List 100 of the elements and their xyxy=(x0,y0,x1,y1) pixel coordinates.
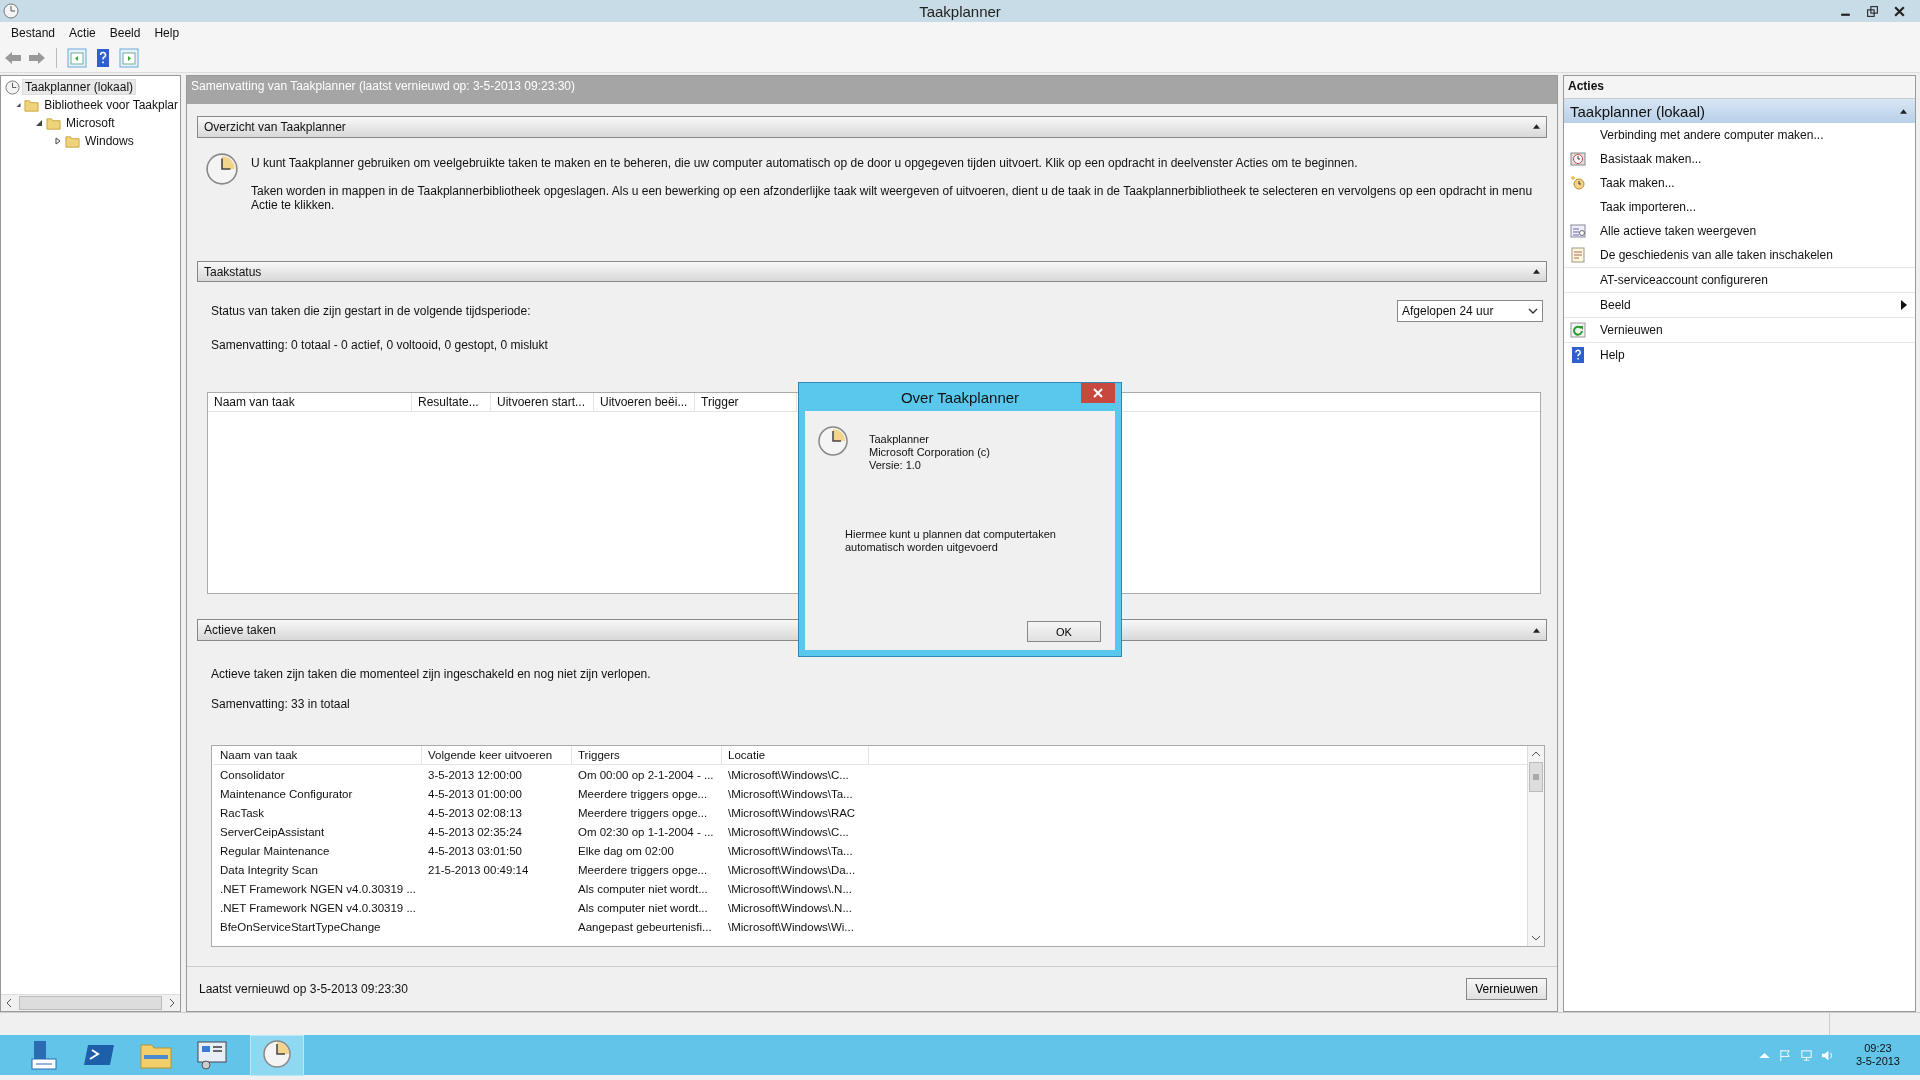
menu-item[interactable]: Actie xyxy=(62,24,103,42)
refresh-icon xyxy=(1570,322,1586,338)
section-title[interactable]: Overzicht van Taakplanner xyxy=(204,119,346,134)
column-header[interactable]: Uitvoeren start... xyxy=(491,393,594,412)
action-item[interactable]: Vernieuwen xyxy=(1600,323,1907,337)
status-summary: Samenvatting: 0 totaal - 0 actief, 0 voltooid, 0 gestopt, 0 mislukt xyxy=(211,338,549,353)
clock-time[interactable]: 09:23 xyxy=(1864,1042,1892,1055)
tree-item[interactable]: Microsoft xyxy=(64,116,117,130)
clock-date[interactable]: 3-5-2013 xyxy=(1855,1055,1900,1068)
tree-item[interactable]: Taakplanner (lokaal) xyxy=(23,80,136,94)
table-cell: Maintenance Configurator xyxy=(220,787,353,800)
column-header[interactable]: Volgende keer uitvoeren xyxy=(422,746,572,764)
forward-arrow-icon[interactable] xyxy=(28,51,46,65)
table-cell: Als computer niet wordt... xyxy=(578,882,708,895)
column-header[interactable]: Uitvoeren beëi... xyxy=(594,393,695,412)
collapse-icon[interactable] xyxy=(1533,124,1540,130)
table-cell: Als computer niet wordt... xyxy=(578,901,708,914)
clock-icon xyxy=(5,79,20,95)
table-cell: \Microsoft\Windows\RAC xyxy=(728,806,856,819)
table-cell: Om 02:30 op 1-1-2004 - ... xyxy=(578,825,714,838)
folder-icon xyxy=(24,97,40,113)
dialog-description: Hiermee kunt u plannen dat computertaken automatisch worden uitgevoerd xyxy=(845,528,1057,554)
back-arrow-icon[interactable] xyxy=(4,51,22,65)
period-label: Status van taken die zijn gestart in de volgende tijdsperiode: xyxy=(211,304,531,319)
summary-header: Samenvatting van Taakplanner (laatst vernieuwd op: 3-5-2013 09:23:30) xyxy=(187,76,1557,104)
actions-title: Acties xyxy=(1564,76,1915,99)
table-cell: ServerCeipAssistant xyxy=(220,825,325,838)
table-cell: \Microsoft\Windows\Ta... xyxy=(728,844,853,857)
about-line: Versie: 1.0 xyxy=(869,459,922,472)
collapsed-arrow-icon[interactable] xyxy=(54,137,62,145)
table-cell: Aangepast gebeurtenisfi... xyxy=(578,920,712,933)
folder-icon xyxy=(65,133,80,149)
column-header[interactable]: Triggers xyxy=(572,746,722,764)
action-item[interactable]: Help xyxy=(1600,348,1907,362)
help-icon xyxy=(1570,347,1586,363)
clock-icon xyxy=(1570,175,1586,191)
action-item[interactable]: Beeld xyxy=(1600,298,1901,312)
table-cell: Regular Maintenance xyxy=(220,844,330,857)
table-cell: 4-5-2013 01:00:00 xyxy=(428,787,522,800)
table-cell: 4-5-2013 02:08:13 xyxy=(428,806,522,819)
ok-button[interactable]: OK xyxy=(1027,621,1101,642)
active-description: Actieve taken zijn taken die momenteel zijn ingeschakeld en nog niet zijn verlopen. xyxy=(211,667,651,681)
horizontal-scrollbar[interactable] xyxy=(1,994,180,1011)
grip-icon[interactable] xyxy=(1532,773,1540,781)
action-item[interactable]: Alle actieve taken weergeven xyxy=(1600,224,1907,238)
table-cell: Meerdere triggers opge... xyxy=(578,787,708,800)
table-cell: Consolidator xyxy=(220,768,285,781)
tree-item[interactable]: Windows xyxy=(83,134,136,148)
table-cell: \Microsoft\Windows\.N... xyxy=(728,882,852,895)
column-header[interactable]: Trigger xyxy=(695,393,797,412)
table-cell: \Microsoft\Windows\.N... xyxy=(728,901,852,914)
period-dropdown[interactable]: Afgelopen 24 uur xyxy=(1397,300,1543,323)
column-header[interactable]: Naam van taak xyxy=(214,746,422,764)
action-item[interactable]: Verbinding met andere computer maken... xyxy=(1600,128,1907,142)
menu-item[interactable]: Help xyxy=(147,24,187,42)
action-item[interactable]: AT-serviceaccount configureren xyxy=(1600,273,1907,287)
expanded-arrow-icon[interactable] xyxy=(16,101,22,109)
table-cell: \Microsoft\Windows\C... xyxy=(728,768,849,781)
action-item[interactable]: Basistaak maken... xyxy=(1600,152,1907,166)
last-refreshed-text: Laatst vernieuwd op 3-5-2013 09:23:30 xyxy=(199,982,408,996)
folder-icon xyxy=(46,115,61,131)
tree-item[interactable]: Bibliotheek voor Taakplar xyxy=(42,98,180,112)
collapse-icon[interactable] xyxy=(1533,269,1540,274)
about-line: Microsoft Corporation (c) xyxy=(869,446,991,459)
column-header[interactable]: Naam van taak xyxy=(208,393,412,412)
table-cell: Data Integrity Scan xyxy=(220,863,318,876)
action-item[interactable]: Taak maken... xyxy=(1600,176,1907,190)
section-title[interactable]: Actieve taken xyxy=(204,623,277,638)
table-cell: \Microsoft\Windows\Da... xyxy=(728,863,856,876)
table-cell: 4-5-2013 03:01:50 xyxy=(428,844,522,857)
collapse-icon[interactable] xyxy=(1533,627,1540,633)
active-summary: Samenvatting: 33 in totaal xyxy=(211,697,350,711)
table-cell: 21-5-2013 00:49:14 xyxy=(428,863,529,876)
refresh-button[interactable]: Vernieuwen xyxy=(1466,978,1547,1000)
section-title[interactable]: Taakstatus xyxy=(204,264,262,279)
vertical-scrollbar[interactable] xyxy=(1527,746,1544,946)
table-cell: BfeOnServiceStartTypeChange xyxy=(220,920,381,933)
clock-icon xyxy=(3,3,19,19)
column-header[interactable]: Locatie xyxy=(722,746,869,764)
table-cell: Meerdere triggers opge... xyxy=(578,806,708,819)
expanded-arrow-icon[interactable] xyxy=(35,119,43,127)
restore-icon[interactable] xyxy=(1866,4,1879,18)
overview-paragraph: U kunt Taakplanner gebruiken om veelgebruikte taken te maken en te beheren, die uw computer automatisch op de door u opgegeven tijden uitvoert. Klik op een opdracht in deelvenster Acties om te beginnen. xyxy=(251,155,1359,170)
table-cell: .NET Framework NGEN v4.0.30319 ... xyxy=(220,882,416,895)
close-icon[interactable] xyxy=(1893,4,1906,18)
clock-icon xyxy=(205,151,239,186)
table-cell: Om 00:00 op 2-1-2004 - ... xyxy=(578,768,714,781)
overview-paragraph: Taken worden in mappen in de Taakplannerbibliotheek opgeslagen. Als u een bewerking op een afzonderlijke taak wilt weergeven of uitvoeren, dient u de taak in de Taakplannerbibliotheek te selecteren en vervolgens op een opdracht in menu Actie te klikken. xyxy=(251,183,1534,212)
menu-item[interactable]: Beeld xyxy=(102,24,148,42)
collapse-icon[interactable] xyxy=(1900,108,1907,114)
table-cell: RacTask xyxy=(220,806,265,819)
table-cell: Meerdere triggers opge... xyxy=(578,863,708,876)
menu-item[interactable]: Bestand xyxy=(4,24,63,42)
action-item[interactable]: Taak importeren... xyxy=(1600,200,1907,214)
table-cell: \Microsoft\Windows\Ta... xyxy=(728,787,853,800)
window-title: Taakplanner xyxy=(919,2,1001,20)
control-panel-icon[interactable] xyxy=(194,1039,230,1071)
column-header[interactable]: Resultate... xyxy=(412,393,491,412)
action-item[interactable]: De geschiedenis van alle taken inschakelen xyxy=(1600,248,1907,262)
about-line: Taakplanner xyxy=(869,433,930,446)
